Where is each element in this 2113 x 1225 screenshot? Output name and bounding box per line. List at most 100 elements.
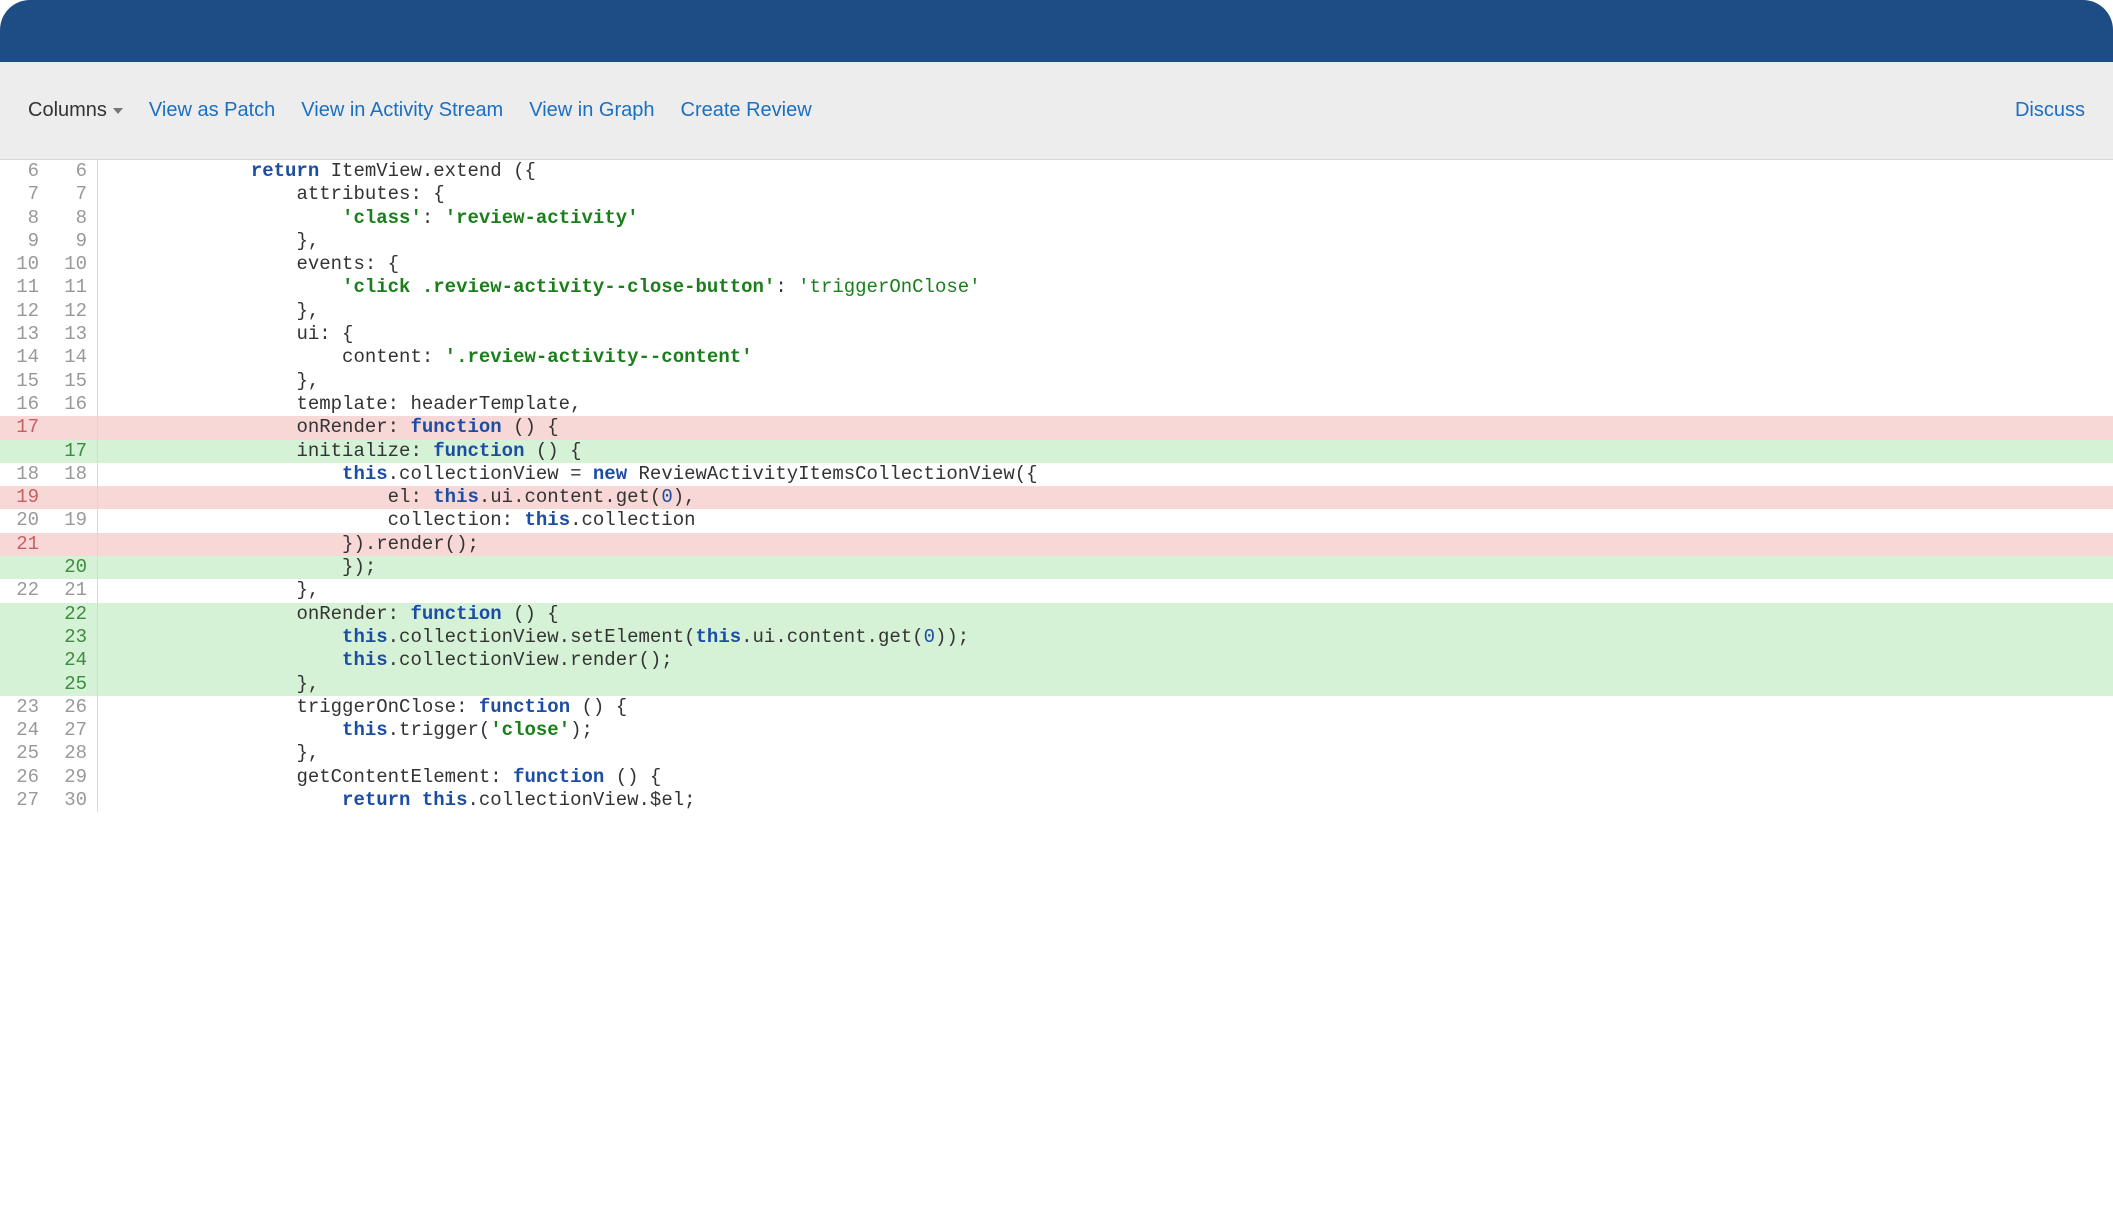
line-number-old: 13 (0, 323, 49, 346)
line-number-new: 27 (49, 719, 98, 742)
diff-line[interactable]: 22 onRender: function () { (0, 603, 2113, 626)
line-number-old: 17 (0, 416, 49, 439)
diff-line[interactable]: 1313 ui: { (0, 323, 2113, 346)
line-number-old (0, 626, 49, 649)
line-number-old: 22 (0, 579, 49, 602)
line-number-new: 15 (49, 370, 98, 393)
line-number-new: 25 (49, 673, 98, 696)
view-in-graph-link[interactable]: View in Graph (529, 99, 654, 122)
diff-line[interactable]: 21 }).render(); (0, 533, 2113, 556)
diff-line[interactable]: 25 }, (0, 673, 2113, 696)
create-review-link[interactable]: Create Review (681, 99, 812, 122)
code-content: initialize: function () { (98, 440, 2113, 463)
line-number-old: 11 (0, 276, 49, 299)
line-number-old: 19 (0, 486, 49, 509)
diff-line[interactable]: 2326 triggerOnClose: function () { (0, 696, 2113, 719)
line-number-new: 20 (49, 556, 98, 579)
code-content: attributes: { (98, 183, 2113, 206)
line-number-new: 16 (49, 393, 98, 416)
line-number-new: 10 (49, 253, 98, 276)
code-content: }); (98, 556, 2113, 579)
code-content: }, (98, 370, 2113, 393)
line-number-old: 24 (0, 719, 49, 742)
line-number-new: 22 (49, 603, 98, 626)
line-number-old (0, 603, 49, 626)
line-number-old: 26 (0, 766, 49, 789)
diff-line[interactable]: 1111 'click .review-activity--close-butt… (0, 276, 2113, 299)
diff-line[interactable]: 2221 }, (0, 579, 2113, 602)
chevron-down-icon (113, 108, 123, 114)
line-number-new: 19 (49, 509, 98, 532)
diff-line[interactable]: 1414 content: '.review-activity--content… (0, 346, 2113, 369)
diff-line[interactable]: 2528 }, (0, 742, 2113, 765)
code-content: el: this.ui.content.get(0), (98, 486, 2113, 509)
diff-line[interactable]: 19 el: this.ui.content.get(0), (0, 486, 2113, 509)
view-in-activity-stream-link[interactable]: View in Activity Stream (301, 99, 503, 122)
diff-line[interactable]: 2629 getContentElement: function () { (0, 766, 2113, 789)
line-number-new: 23 (49, 626, 98, 649)
line-number-old: 18 (0, 463, 49, 486)
line-number-new: 30 (49, 789, 98, 812)
line-number-new: 28 (49, 742, 98, 765)
line-number-old: 15 (0, 370, 49, 393)
diff-line[interactable]: 1515 }, (0, 370, 2113, 393)
columns-dropdown[interactable]: Columns (28, 99, 123, 122)
code-content: this.collectionView = new ReviewActivity… (98, 463, 2113, 486)
view-as-patch-link[interactable]: View as Patch (149, 99, 275, 122)
code-content: content: '.review-activity--content' (98, 346, 2113, 369)
line-number-old: 14 (0, 346, 49, 369)
diff-line[interactable]: 20 }); (0, 556, 2113, 579)
code-content: collection: this.collection (98, 509, 2113, 532)
code-content: onRender: function () { (98, 416, 2113, 439)
diff-line[interactable]: 88 'class': 'review-activity' (0, 207, 2113, 230)
diff-line[interactable]: 66 return ItemView.extend ({ (0, 160, 2113, 183)
diff-line[interactable]: 1818 this.collectionView = new ReviewAct… (0, 463, 2113, 486)
code-content: ui: { (98, 323, 2113, 346)
diff-line[interactable]: 1616 template: headerTemplate, (0, 393, 2113, 416)
code-content: getContentElement: function () { (98, 766, 2113, 789)
line-number-old (0, 440, 49, 463)
code-content: events: { (98, 253, 2113, 276)
code-content: this.trigger('close'); (98, 719, 2113, 742)
diff-line[interactable]: 99 }, (0, 230, 2113, 253)
diff-line[interactable]: 1212 }, (0, 300, 2113, 323)
line-number-old: 6 (0, 160, 49, 183)
toolbar-left-group: Columns View as Patch View in Activity S… (28, 99, 812, 122)
diff-line[interactable]: 17 onRender: function () { (0, 416, 2113, 439)
line-number-new (49, 486, 98, 509)
app-header-bar (0, 0, 2113, 62)
diff-line[interactable]: 2427 this.trigger('close'); (0, 719, 2113, 742)
line-number-new (49, 533, 98, 556)
line-number-new: 13 (49, 323, 98, 346)
diff-line[interactable]: 24 this.collectionView.render(); (0, 649, 2113, 672)
diff-line[interactable]: 1010 events: { (0, 253, 2113, 276)
diff-line[interactable]: 2019 collection: this.collection (0, 509, 2113, 532)
code-content: this.collectionView.setElement(this.ui.c… (98, 626, 2113, 649)
line-number-new: 24 (49, 649, 98, 672)
code-content: return ItemView.extend ({ (98, 160, 2113, 183)
line-number-new: 7 (49, 183, 98, 206)
code-content: }, (98, 300, 2113, 323)
line-number-old: 7 (0, 183, 49, 206)
line-number-old: 25 (0, 742, 49, 765)
line-number-old: 27 (0, 789, 49, 812)
line-number-old: 16 (0, 393, 49, 416)
line-number-new: 12 (49, 300, 98, 323)
code-content: }, (98, 673, 2113, 696)
line-number-new: 14 (49, 346, 98, 369)
line-number-old: 10 (0, 253, 49, 276)
diff-line[interactable]: 23 this.collectionView.setElement(this.u… (0, 626, 2113, 649)
line-number-old (0, 556, 49, 579)
line-number-new: 18 (49, 463, 98, 486)
line-number-old: 20 (0, 509, 49, 532)
diff-line[interactable]: 2730 return this.collectionView.$el; (0, 789, 2113, 812)
columns-label: Columns (28, 99, 107, 122)
discuss-link[interactable]: Discuss (2015, 99, 2085, 122)
diff-line[interactable]: 17 initialize: function () { (0, 440, 2113, 463)
line-number-old (0, 673, 49, 696)
code-content: triggerOnClose: function () { (98, 696, 2113, 719)
diff-line[interactable]: 77 attributes: { (0, 183, 2113, 206)
line-number-old (0, 649, 49, 672)
line-number-old: 9 (0, 230, 49, 253)
code-content: }).render(); (98, 533, 2113, 556)
